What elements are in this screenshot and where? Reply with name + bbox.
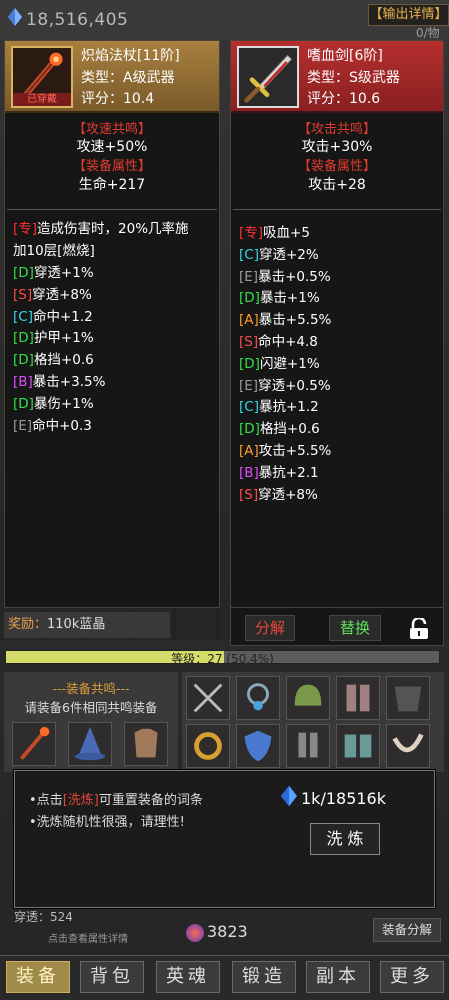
nav-hero-soul[interactable]: 英魂: [156, 961, 220, 993]
affix-row: [A]攻击+5.5%: [239, 443, 332, 459]
nav-more[interactable]: 更多: [380, 961, 444, 993]
affix-row: [E]暴击+0.5%: [239, 268, 331, 285]
affix-row: [A]暴击+5.5%: [239, 312, 332, 329]
inv-slot-boots[interactable]: [286, 724, 330, 768]
inv-slot-gauntlets[interactable]: [336, 724, 380, 768]
resonance-value: 攻速+50%: [76, 139, 148, 155]
reward-row: 奖励：110k蓝晶: [4, 612, 170, 638]
affix-row: [专]吸血+5: [239, 225, 310, 241]
compare-item-card: 嗜血剑[6阶] 类型：S级武器 评分：10.6 【攻击共鸣】 攻击+30% 【装…: [230, 40, 444, 608]
affix-row: [E]命中+0.3: [13, 417, 92, 434]
currency-amount: 18,516,405: [26, 10, 129, 30]
compare-actions: 分解 替换: [230, 608, 444, 646]
level-bar: 等级：27 (50.4%): [5, 650, 440, 666]
inv-slot-necklace[interactable]: [236, 676, 280, 720]
wash-hint-2: •洗炼随机性很强，请理性!: [29, 815, 185, 830]
resonance-panel-title: ---装备共鸣---: [52, 681, 130, 696]
attribute-title: 【装备属性】: [297, 159, 376, 174]
affix-row: [D]护甲+1%: [13, 330, 94, 347]
resonance-title: 【攻击共鸣】: [297, 122, 376, 137]
affix-row: [B]暴抗+2.1: [239, 464, 319, 481]
equipped-item-card: 已穿戴 炽焰法杖[11阶] 类型：A级武器 评分：10.4 【攻速共鸣】 攻速+…: [4, 40, 220, 608]
item-name: 炽焰法杖[11阶]: [81, 48, 180, 64]
resonance-slot-staff[interactable]: [12, 722, 56, 766]
stat-details-hint[interactable]: 点击查看属性详情: [48, 930, 128, 945]
divider: [7, 209, 217, 210]
affix-row: [D]暴击+1%: [239, 290, 320, 307]
inv-slot-horn[interactable]: [386, 724, 430, 768]
equipped-badge: 已穿戴: [13, 93, 71, 106]
output-sub-text: 0/物: [416, 26, 440, 40]
affix-row: [D]穿透+1%: [13, 265, 94, 281]
item-type: 类型：A级武器: [81, 70, 175, 86]
attribute-value: 攻击+28: [308, 177, 366, 193]
item-type: 类型：S级武器: [307, 70, 400, 86]
output-details-button[interactable]: 【输出详情】: [368, 4, 449, 26]
inv-slot-shield[interactable]: [236, 724, 280, 768]
item-score: 评分：10.6: [307, 91, 381, 107]
attribute-value: 生命+217: [78, 177, 146, 193]
wash-button[interactable]: 洗 炼: [310, 823, 380, 855]
crystal-amount: 3823: [207, 922, 248, 941]
top-bar: 18,516,405 【输出详情】 0/物: [0, 0, 449, 40]
wash-cost: 1k/18516k: [301, 789, 386, 808]
affix-row: [S]穿透+8%: [13, 286, 92, 303]
equipped-item-header: 已穿戴 炽焰法杖[11阶] 类型：A级武器 评分：10.4: [5, 41, 219, 113]
equipment-decompose-button[interactable]: 装备分解: [373, 918, 441, 942]
crystal-icon: [186, 924, 204, 942]
resonance-panel: ---装备共鸣--- 请装备6件相同共鸣装备: [4, 672, 178, 772]
affix-row: [D]闪避+1%: [239, 355, 320, 372]
reward-label: 奖励：: [8, 617, 48, 632]
diamond-icon: [281, 785, 297, 807]
resonance-value: 攻击+30%: [301, 139, 373, 155]
inv-slot-chestplate[interactable]: [386, 676, 430, 720]
resonance-title: 【攻速共鸣】: [72, 122, 151, 137]
replace-button[interactable]: 替换: [329, 615, 381, 641]
compare-item-header: 嗜血剑[6阶] 类型：S级武器 评分：10.6: [231, 41, 443, 113]
item-score: 评分：10.4: [81, 91, 155, 107]
affix-row: [D]格挡+0.6: [239, 421, 320, 438]
nav-equipment[interactable]: 装备: [6, 961, 70, 993]
inventory-grid: [182, 672, 444, 772]
resonance-slot-hat[interactable]: [68, 722, 112, 766]
affix-row: [E]穿透+0.5%: [239, 377, 331, 394]
special-affix: [专]造成伤害时，20%几率施: [13, 221, 189, 237]
affix-row: [C]命中+1.2: [13, 308, 93, 325]
diamond-icon: [8, 8, 22, 26]
inv-slot-ring[interactable]: [186, 724, 230, 768]
penetration-stat: 穿透：524: [14, 910, 73, 924]
affix-row: [S]命中+4.8: [239, 334, 318, 350]
wash-dialog: •点击[洗炼]可重置装备的词条 •洗炼随机性很强，请理性! 1k/18516k …: [14, 770, 435, 908]
nav-forge[interactable]: 锻造: [232, 961, 296, 993]
affix-row: [C]暴抗+1.2: [239, 399, 319, 416]
inv-slot-leggings[interactable]: [336, 676, 380, 720]
reward-value: 110k蓝晶: [47, 617, 106, 632]
level-text: 等级：27 (50.4%): [171, 652, 274, 666]
divider: [233, 209, 441, 210]
decompose-button[interactable]: 分解: [245, 615, 295, 641]
item-name: 嗜血剑[6阶]: [307, 48, 383, 64]
nav-backpack[interactable]: 背包: [80, 961, 144, 993]
attribute-title: 【装备属性】: [72, 159, 151, 174]
inv-slot-daggers[interactable]: [186, 676, 230, 720]
affix-row: [D]格挡+0.6: [13, 352, 94, 369]
affix-row: [D]暴伤+1%: [13, 395, 94, 412]
affix-row: [S]穿透+8%: [239, 486, 318, 503]
affix-row: [C]穿透+2%: [239, 246, 319, 263]
inv-slot-helmet[interactable]: [286, 676, 330, 720]
lock-icon[interactable]: [407, 616, 431, 640]
sword-icon[interactable]: [237, 46, 299, 108]
staff-icon[interactable]: 已穿戴: [11, 46, 73, 108]
wash-hint-1: •点击[洗炼]可重置装备的词条: [29, 793, 203, 808]
resonance-panel-desc: 请装备6件相同共鸣装备: [24, 700, 158, 715]
affix-row: [B]暴击+3.5%: [13, 374, 106, 390]
nav-dungeon[interactable]: 副本: [306, 961, 370, 993]
special-affix-cont: 加10层[燃烧]: [13, 243, 95, 259]
resonance-slot-armor[interactable]: [124, 722, 168, 766]
bottom-nav: 装备 背包 英魂 锻造 副本 更多: [0, 955, 449, 1000]
